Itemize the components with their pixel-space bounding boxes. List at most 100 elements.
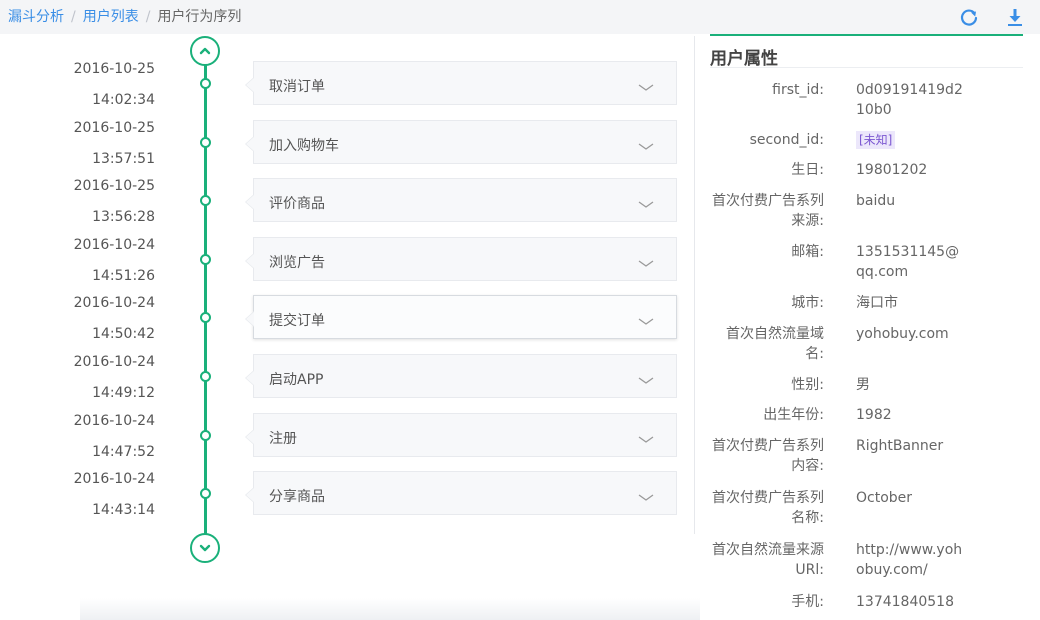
property-value: 海口市 (856, 293, 966, 313)
timeline-event: 2016-10-24 14:50:42 提交订单 (0, 295, 690, 353)
event-time: 14:02:34 (92, 92, 155, 108)
property-key: 出生年份: (763, 407, 824, 423)
property-value-text: 19801202 (856, 162, 928, 178)
panel-accent-line (710, 34, 1023, 36)
event-card[interactable]: 加入购物车 (245, 120, 677, 164)
property-key: second_id: (749, 132, 824, 148)
event-card[interactable]: 注册 (245, 413, 677, 457)
event-name: 提交订单 (269, 313, 325, 329)
property-value: 1982 (856, 405, 966, 425)
property-value: 13741840518 (856, 592, 966, 612)
property-key: 生日: (791, 162, 824, 178)
event-time: 13:57:51 (92, 151, 155, 167)
card-pointer (245, 429, 254, 445)
chevron-down-icon[interactable] (638, 494, 654, 502)
property-value-text: yohobuy.com (856, 326, 949, 342)
property-value: 1351531145@qq.com (856, 242, 966, 282)
breadcrumb: 漏斗分析 / 用户列表 / 用户行为序列 (8, 8, 241, 26)
event-card[interactable]: 评价商品 (245, 178, 677, 222)
event-name: 注册 (269, 431, 297, 447)
chevron-down-icon[interactable] (638, 84, 654, 92)
property-key: first_id: (772, 82, 824, 98)
chevron-down-icon[interactable] (638, 318, 654, 326)
scroll-down-button[interactable] (190, 533, 220, 563)
event-time: 14:49:12 (92, 385, 155, 401)
timeline-event: 2016-10-24 14:51:26 浏览广告 (0, 237, 690, 295)
event-card[interactable]: 启动APP (245, 354, 677, 398)
card-pointer (245, 136, 254, 152)
property-value: October (856, 488, 966, 508)
chevron-down-icon[interactable] (638, 143, 654, 151)
event-time: 14:51:26 (92, 268, 155, 284)
breadcrumb-separator: / (145, 9, 151, 25)
panel-title-divider (710, 67, 1023, 68)
event-card[interactable]: 提交订单 (245, 295, 677, 339)
card-pointer (245, 311, 254, 327)
property-key: 邮箱: (791, 244, 824, 260)
property-value: 19801202 (856, 160, 966, 180)
card-pointer (245, 487, 254, 503)
property-value: [未知] (856, 130, 966, 150)
card-pointer (245, 253, 254, 269)
event-date: 2016-10-24 (73, 295, 155, 311)
property-key: 首次付费广告系列内容: (712, 438, 824, 474)
property-value-text: 1982 (856, 407, 892, 423)
breadcrumb-link-funnel[interactable]: 漏斗分析 (8, 9, 64, 25)
event-name: 加入购物车 (269, 138, 339, 154)
breadcrumb-current: 用户行为序列 (157, 9, 242, 25)
bottom-shadow (80, 598, 700, 620)
chevron-down-icon[interactable] (638, 377, 654, 385)
timeline-dot (200, 195, 211, 206)
chevron-down-icon (199, 544, 211, 552)
property-value-text: 13741840518 (856, 594, 954, 610)
property-value-text: baidu (856, 193, 896, 209)
event-card[interactable]: 浏览广告 (245, 237, 677, 281)
timeline-event: 2016-10-25 13:56:28 评价商品 (0, 178, 690, 236)
event-name: 评价商品 (269, 196, 325, 212)
event-name: 分享商品 (269, 489, 325, 505)
event-date: 2016-10-24 (73, 354, 155, 370)
property-value-text: 1351531145@qq.com (856, 244, 960, 280)
event-time: 13:56:28 (92, 209, 155, 225)
event-time: 14:47:52 (92, 444, 155, 460)
timeline-event: 2016-10-24 14:47:52 注册 (0, 413, 690, 471)
event-card[interactable]: 取消订单 (245, 61, 677, 105)
property-value-text: 0d09191419d210b0 (856, 82, 963, 118)
property-value: yohobuy.com (856, 324, 966, 344)
property-value-text: 海口市 (856, 295, 898, 311)
chevron-down-icon[interactable] (638, 260, 654, 268)
event-card[interactable]: 分享商品 (245, 471, 677, 515)
property-value-text: http://www.yohobuy.com/ (856, 542, 963, 578)
property-value-text: 男 (856, 377, 870, 393)
property-value-text: RightBanner (856, 438, 944, 454)
card-pointer (245, 194, 254, 210)
timeline-dot (200, 137, 211, 148)
property-value: 0d09191419d210b0 (856, 80, 966, 120)
panel-title: 用户属性 (710, 49, 778, 69)
chevron-down-icon[interactable] (638, 201, 654, 209)
property-value-text: October (856, 490, 913, 506)
property-value: 男 (856, 375, 966, 395)
timeline-event: 2016-10-25 14:02:34 取消订单 (0, 61, 690, 119)
timeline-event: 2016-10-24 14:49:12 启动APP (0, 354, 690, 412)
property-key: 城市: (791, 295, 824, 311)
unknown-badge: [未知] (856, 131, 896, 149)
card-pointer (245, 370, 254, 386)
event-time: 14:43:14 (92, 502, 155, 518)
event-name: 启动APP (269, 372, 324, 388)
chevron-up-icon (199, 47, 211, 55)
event-time: 14:50:42 (92, 326, 155, 342)
property-key: 性别: (791, 377, 824, 393)
card-pointer (245, 77, 254, 93)
property-key: 手机: (791, 594, 824, 610)
event-name: 取消订单 (269, 79, 325, 95)
timeline-event: 2016-10-24 14:43:14 分享商品 (0, 471, 690, 529)
refresh-icon[interactable] (958, 6, 980, 28)
timeline-dot (200, 430, 211, 441)
breadcrumb-link-user-list[interactable]: 用户列表 (83, 9, 139, 25)
event-date: 2016-10-25 (73, 120, 155, 136)
download-icon[interactable] (1004, 6, 1026, 28)
event-date: 2016-10-24 (73, 413, 155, 429)
event-name: 浏览广告 (269, 255, 325, 271)
chevron-down-icon[interactable] (638, 436, 654, 444)
